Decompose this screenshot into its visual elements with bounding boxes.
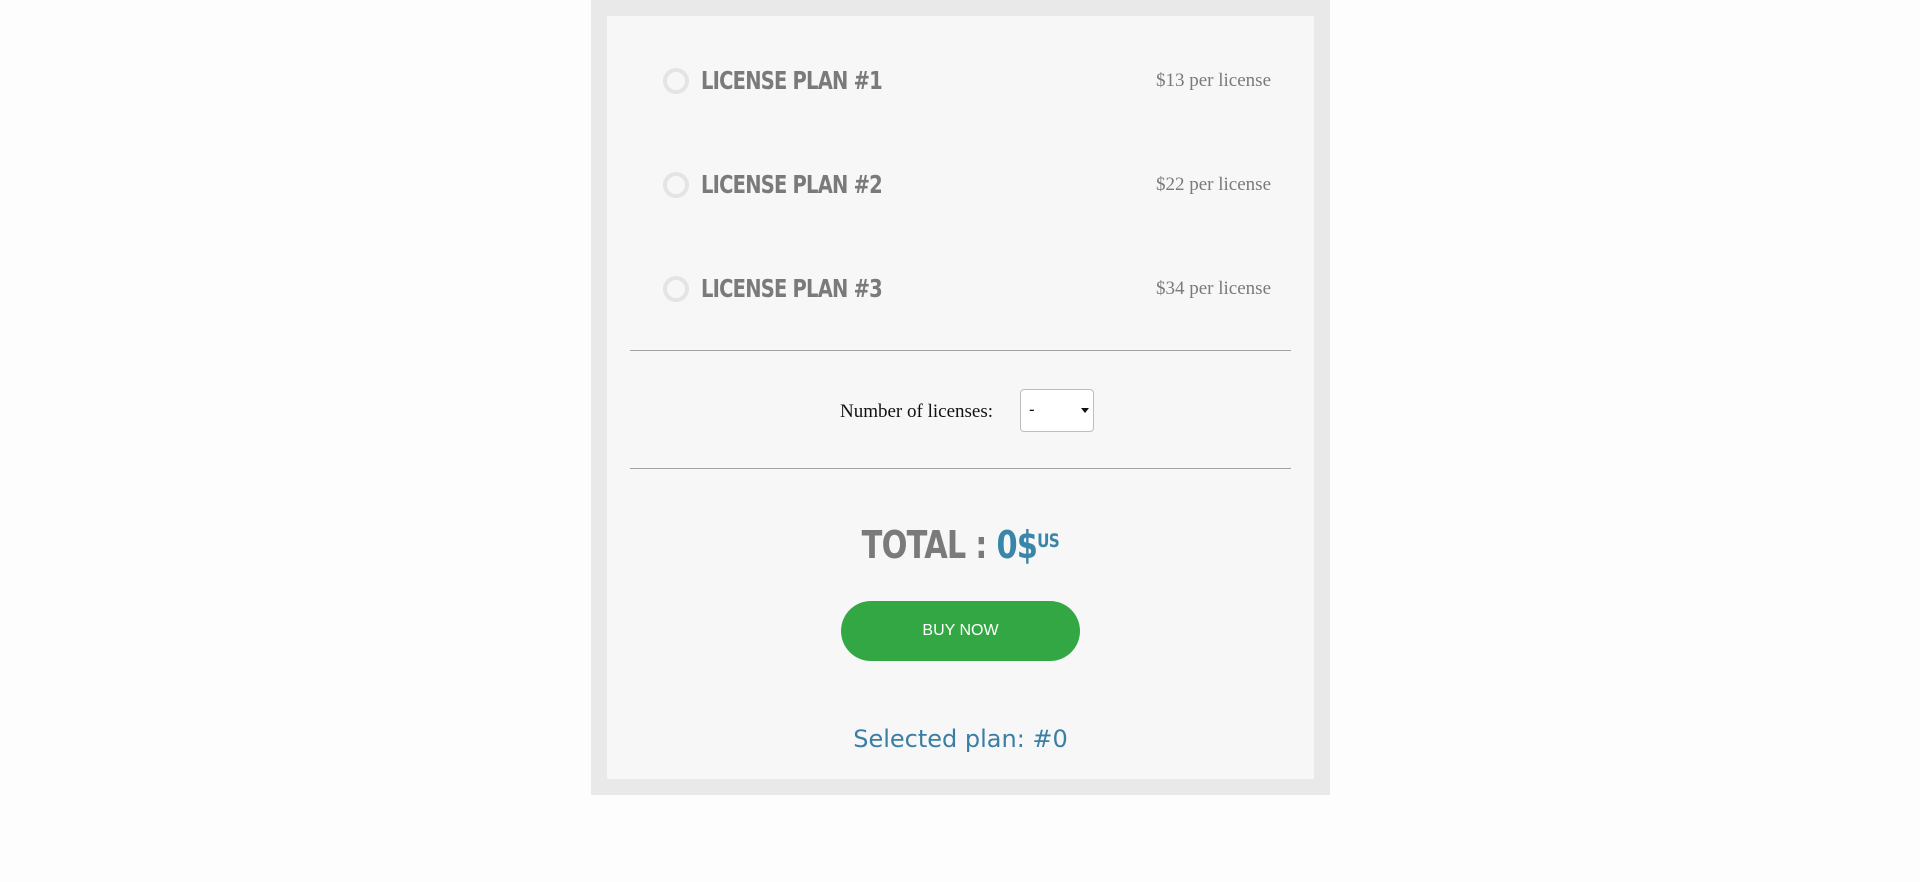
plan-name-3: LICENSE PLAN #3 bbox=[701, 274, 883, 303]
plan-option-3[interactable]: LICENSE PLAN #3 $34 per license bbox=[607, 262, 1314, 322]
plan-name-1: LICENSE PLAN #1 bbox=[701, 66, 883, 95]
licenses-row: Number of licenses: - bbox=[607, 389, 1314, 433]
plan-name-2: LICENSE PLAN #2 bbox=[701, 170, 883, 199]
caret-down-icon bbox=[1081, 408, 1089, 413]
plan-price-1: $13 per license bbox=[1155, 70, 1271, 91]
total-amount: 0$ bbox=[996, 523, 1039, 567]
plan-radio-2[interactable] bbox=[663, 172, 689, 198]
plan-price-3: $34 per license bbox=[1155, 278, 1271, 299]
licenses-select-value: - bbox=[1029, 400, 1035, 419]
plan-radio-1[interactable] bbox=[663, 68, 689, 94]
buy-now-button[interactable]: BUY NOW bbox=[841, 601, 1080, 661]
licenses-select[interactable]: - bbox=[1020, 389, 1094, 432]
plan-option-2[interactable]: LICENSE PLAN #2 $22 per license bbox=[607, 158, 1314, 218]
plan-option-1[interactable]: LICENSE PLAN #1 $13 per license bbox=[607, 54, 1314, 114]
total-currency: US bbox=[1037, 530, 1060, 552]
pricing-container: LICENSE PLAN #1 $13 per license LICENSE … bbox=[591, 0, 1330, 795]
plan-radio-3[interactable] bbox=[663, 276, 689, 302]
total-display: TOTAL : 0$US bbox=[607, 523, 1314, 567]
divider-top bbox=[630, 350, 1291, 351]
selected-plan-text: Selected plan: #0 bbox=[853, 725, 1068, 753]
divider-bottom bbox=[630, 468, 1291, 469]
pricing-panel: LICENSE PLAN #1 $13 per license LICENSE … bbox=[607, 16, 1314, 779]
licenses-label: Number of licenses: bbox=[840, 401, 994, 422]
total-label: TOTAL : bbox=[861, 523, 997, 567]
plan-price-2: $22 per license bbox=[1155, 174, 1271, 195]
